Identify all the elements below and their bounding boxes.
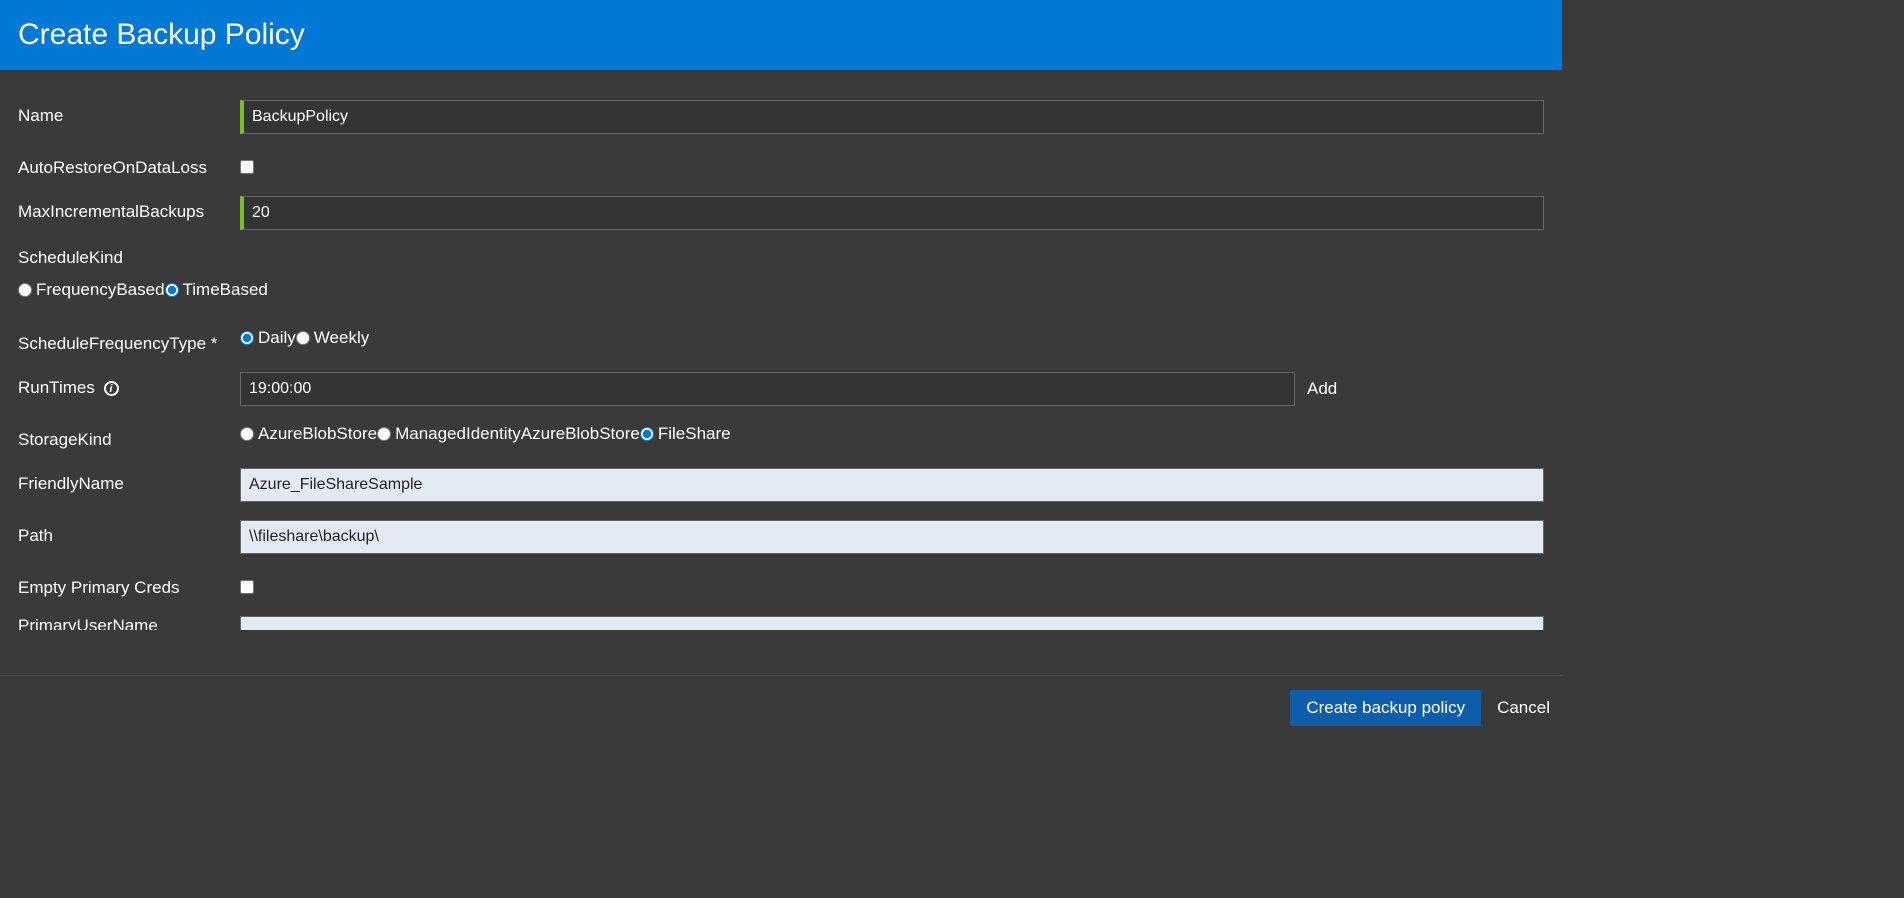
label-schedule-kind: ScheduleKind — [18, 248, 1544, 268]
primary-user-name-input[interactable] — [240, 616, 1544, 630]
row-name: Name — [18, 100, 1544, 134]
row-primary-user-name: PrimaryUserName — [18, 616, 1544, 630]
row-schedule-frequency-type: ScheduleFrequencyType * Daily Weekly — [18, 328, 1544, 354]
name-input[interactable] — [240, 100, 1544, 134]
radio-label-frequency-based[interactable]: FrequencyBased — [36, 280, 165, 300]
radio-file-share[interactable] — [640, 427, 654, 441]
row-storage-kind: StorageKind AzureBlobStore ManagedIdenti… — [18, 424, 1544, 450]
radio-label-time-based[interactable]: TimeBased — [183, 280, 268, 300]
empty-primary-creds-checkbox[interactable] — [240, 580, 254, 594]
radio-label-azure-blob-store[interactable]: AzureBlobStore — [258, 424, 377, 444]
storage-kind-radio-group: AzureBlobStore ManagedIdentityAzureBlobS… — [240, 424, 731, 444]
label-schedule-frequency-type: ScheduleFrequencyType * — [18, 328, 240, 354]
row-empty-primary-creds: Empty Primary Creds — [18, 572, 1544, 598]
label-run-times: RunTimes i — [18, 372, 240, 398]
create-backup-policy-dialog: Create Backup Policy Name AutoRestoreOnD… — [0, 0, 1562, 740]
create-backup-policy-button[interactable]: Create backup policy — [1290, 690, 1481, 726]
row-auto-restore: AutoRestoreOnDataLoss — [18, 152, 1544, 178]
row-path: Path — [18, 520, 1544, 554]
label-auto-restore: AutoRestoreOnDataLoss — [18, 152, 240, 178]
radio-time-based[interactable] — [165, 283, 179, 297]
radio-label-managed-identity[interactable]: ManagedIdentityAzureBlobStore — [395, 424, 640, 444]
schedule-kind-radio-group: FrequencyBased TimeBased — [18, 280, 1544, 300]
label-name: Name — [18, 100, 240, 126]
label-run-times-text: RunTimes — [18, 378, 95, 397]
label-primary-user-name: PrimaryUserName — [18, 616, 240, 630]
radio-weekly[interactable] — [296, 331, 310, 345]
label-path: Path — [18, 520, 240, 546]
friendly-name-input[interactable] — [240, 468, 1544, 502]
row-friendly-name: FriendlyName — [18, 468, 1544, 502]
path-input[interactable] — [240, 520, 1544, 554]
dialog-footer: Create backup policy Cancel — [0, 675, 1562, 740]
dialog-title: Create Backup Policy — [18, 18, 1544, 52]
add-runtime-link[interactable]: Add — [1307, 379, 1337, 399]
radio-label-file-share[interactable]: FileShare — [658, 424, 731, 444]
auto-restore-checkbox[interactable] — [240, 160, 254, 174]
radio-azure-blob-store[interactable] — [240, 427, 254, 441]
radio-label-daily[interactable]: Daily — [258, 328, 296, 348]
label-storage-kind: StorageKind — [18, 424, 240, 450]
radio-frequency-based[interactable] — [18, 283, 32, 297]
max-incremental-input[interactable] — [240, 196, 1544, 230]
run-times-input[interactable] — [240, 372, 1295, 406]
row-max-incremental: MaxIncrementalBackups — [18, 196, 1544, 230]
label-friendly-name: FriendlyName — [18, 468, 240, 494]
label-empty-primary-creds: Empty Primary Creds — [18, 572, 240, 598]
row-schedule-kind: ScheduleKind FrequencyBased TimeBased — [18, 248, 1544, 300]
radio-daily[interactable] — [240, 331, 254, 345]
radio-managed-identity-azure-blob-store[interactable] — [377, 427, 391, 441]
cancel-button[interactable]: Cancel — [1497, 690, 1550, 726]
form-area[interactable]: Name AutoRestoreOnDataLoss MaxIncrementa… — [0, 70, 1562, 675]
radio-label-weekly[interactable]: Weekly — [314, 328, 369, 348]
label-max-incremental: MaxIncrementalBackups — [18, 196, 240, 222]
info-icon[interactable]: i — [104, 381, 119, 396]
row-run-times: RunTimes i Add — [18, 372, 1544, 406]
schedule-frequency-radio-group: Daily Weekly — [240, 328, 369, 348]
dialog-header: Create Backup Policy — [0, 0, 1562, 70]
